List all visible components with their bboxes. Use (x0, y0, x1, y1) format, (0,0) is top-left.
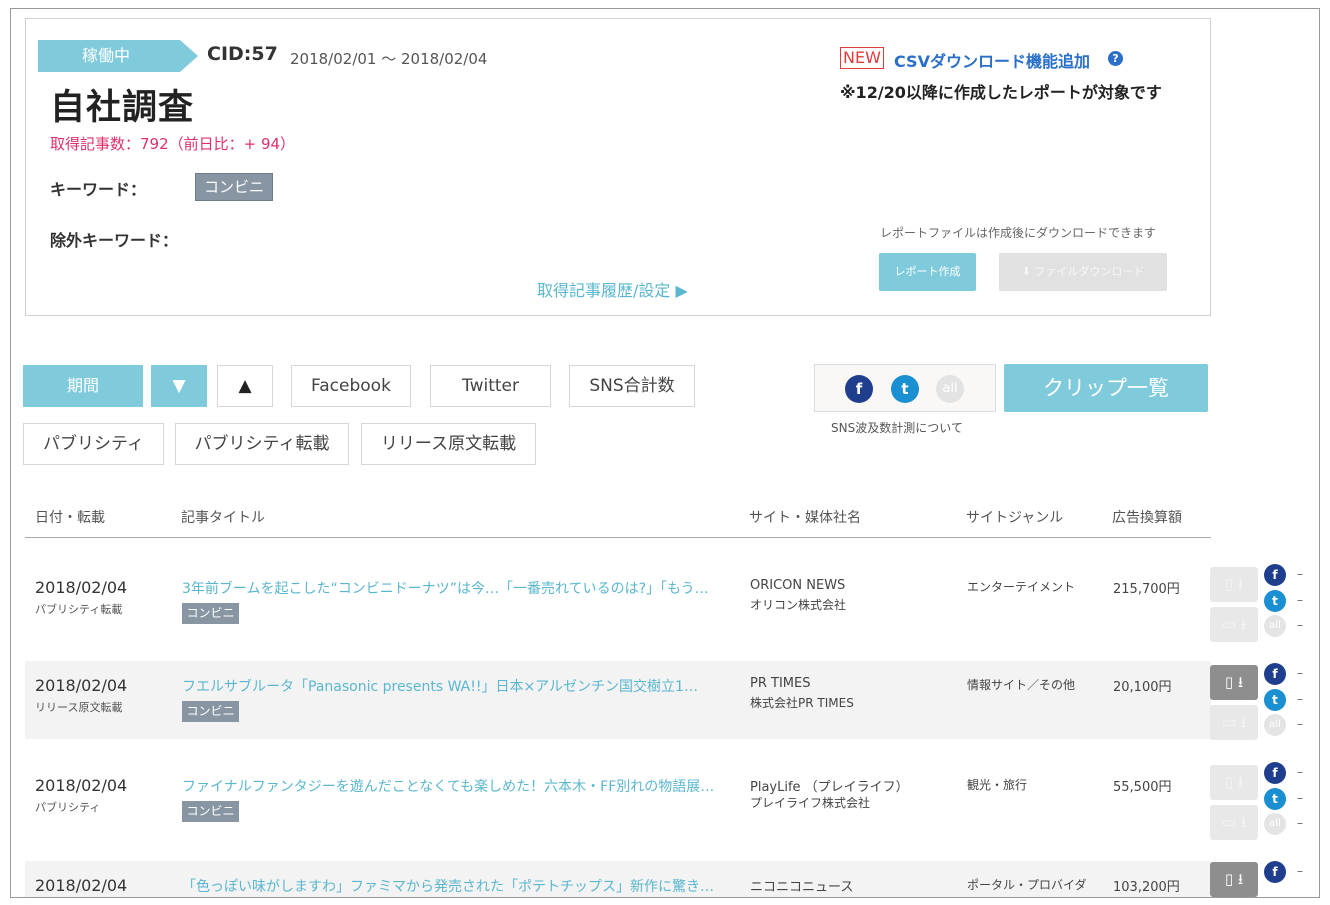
article-count: 取得記事数：792（前日比：+ 94） (50, 135, 296, 153)
row-type: パブリシティ (35, 801, 101, 814)
row-clip-download-button[interactable]: ▭ ⭳ (1210, 705, 1258, 740)
history-settings-link[interactable]: 取得記事履歴/設定 ▶ (537, 277, 688, 301)
facebook-icon[interactable]: f (1264, 762, 1286, 784)
all-sns-icon[interactable]: all (936, 375, 964, 403)
row-title-link[interactable]: フエルサブルータ「Panasonic presents WA!!」日本×アルゼン… (182, 676, 742, 696)
row-keyword-tag: コンビニ (182, 801, 239, 822)
row-site: PlayLife （プレイライフ） (750, 780, 909, 795)
column-header-ad-value: 広告換算額 (1112, 510, 1182, 526)
sort-desc-button[interactable]: ▼ (151, 365, 207, 407)
all-count: – (1297, 618, 1303, 632)
twitter-count: – (1297, 692, 1303, 706)
twitter-sort-button[interactable]: Twitter (430, 365, 551, 407)
facebook-icon[interactable]: f (1264, 861, 1286, 883)
facebook-count: – (1297, 864, 1303, 878)
row-date: 2018/02/04 (35, 776, 128, 795)
all-count: – (1297, 816, 1303, 830)
table-row: 2018/02/04 リリース原文転載 フエルサブルータ「Panasonic p… (25, 661, 1211, 739)
download-note: レポートファイルは作成後にダウンロードできます (880, 226, 1157, 240)
all-sns-icon[interactable]: all (1264, 615, 1286, 637)
report-panel: 稼働中 CID:57 2018/02/01 ～ 2018/02/04 自社調査 … (25, 18, 1211, 316)
row-title-link[interactable]: ファイナルファンタジーを遊んだことなくても楽しめた！六本木・FF別れの物語展… (182, 776, 742, 796)
row-type: パブリシティ転載 (35, 603, 123, 616)
row-clip-download-button[interactable]: ▭ ⭳ (1210, 805, 1258, 840)
publicity-repost-filter-button[interactable]: パブリシティ転載 (175, 423, 349, 465)
row-ad-value: 55,500円 (1113, 780, 1172, 795)
keyword-label: キーワード： (50, 180, 147, 199)
row-ad-value: 215,700円 (1113, 582, 1180, 597)
help-icon[interactable]: ? (1108, 51, 1123, 66)
column-header-site: サイト・媒体社名 (749, 510, 861, 526)
clip-list-button[interactable]: クリップ一覧 (1004, 364, 1208, 412)
row-mobile-download-button[interactable]: ▯ ⭳ (1210, 567, 1258, 602)
table-row: 2018/02/04 パブリシティ ファイナルファンタジーを遊んだことなくても楽… (25, 761, 1211, 839)
row-company: オリコン株式会社 (750, 598, 847, 612)
new-badge: NEW (840, 47, 884, 69)
row-title-link[interactable]: 3年前ブームを起こした“コンビニドーナツ”は今…「一番売れているのは?」「もう… (182, 578, 742, 598)
table-row: 2018/02/04 パブリシティ転載 3年前ブームを起こした“コンビニドーナツ… (25, 563, 1211, 641)
row-genre: ポータル・プロバイダ (967, 878, 1087, 892)
create-report-button[interactable]: レポート作成 (879, 253, 976, 291)
all-count: – (1297, 717, 1303, 731)
twitter-icon[interactable]: t (891, 375, 919, 403)
sns-total-sort-button[interactable]: SNS合計数 (569, 365, 695, 407)
row-clip-download-button[interactable]: ▭ ⭳ (1210, 607, 1258, 642)
period-filter-button[interactable]: 期間 (23, 365, 143, 407)
facebook-count: – (1297, 567, 1303, 581)
column-header-title: 記事タイトル (181, 510, 265, 526)
sns-toggle-group: f t all (814, 364, 996, 412)
column-header-genre: サイトジャンル (966, 510, 1064, 526)
sns-help-link[interactable]: SNS波及数計測について (831, 419, 963, 436)
row-company: 株式会社PR TIMES (750, 696, 854, 710)
facebook-icon[interactable]: f (1264, 564, 1286, 586)
release-repost-filter-button[interactable]: リリース原文転載 (361, 423, 536, 465)
all-sns-icon[interactable]: all (1264, 813, 1286, 835)
exclude-keyword-label: 除外キーワード： (50, 231, 179, 250)
row-mobile-download-button[interactable]: ▯ ⭳ (1210, 862, 1258, 897)
row-mobile-download-button[interactable]: ▯ ⭳ (1210, 765, 1258, 800)
twitter-icon[interactable]: t (1264, 590, 1286, 612)
keyword-tag: コンビニ (195, 173, 273, 201)
facebook-sort-button[interactable]: Facebook (291, 365, 411, 407)
twitter-icon[interactable]: t (1264, 788, 1286, 810)
csv-note: ※12/20以降に作成したレポートが対象です (840, 83, 1162, 102)
cid-label: CID:57 (207, 43, 278, 65)
file-download-button[interactable]: ⬇ ファイルダウンロード (999, 253, 1167, 291)
status-badge: 稼働中 (38, 40, 198, 72)
row-company: プレイライフ株式会社 (750, 796, 871, 810)
row-ad-value: 103,200円 (1113, 880, 1180, 895)
facebook-count: – (1297, 765, 1303, 779)
page-title: 自社調査 (50, 88, 195, 128)
csv-feature-link[interactable]: CSVダウンロード機能追加 (894, 48, 1090, 72)
facebook-icon[interactable]: f (1264, 663, 1286, 685)
row-date: 2018/02/04 (35, 876, 128, 895)
row-genre: 観光・旅行 (967, 778, 1028, 792)
all-sns-icon[interactable]: all (1264, 714, 1286, 736)
row-site: ORICON NEWS (750, 578, 846, 593)
sort-asc-button[interactable]: ▲ (217, 365, 273, 407)
twitter-count: – (1297, 593, 1303, 607)
header-divider (25, 537, 1211, 538)
row-site: PR TIMES (750, 676, 811, 691)
facebook-icon[interactable]: f (845, 375, 873, 403)
facebook-count: – (1297, 666, 1303, 680)
row-ad-value: 20,100円 (1113, 680, 1172, 695)
period-range: 2018/02/01 ～ 2018/02/04 (290, 50, 488, 68)
twitter-count: – (1297, 791, 1303, 805)
row-site: ニコニコニュース (750, 880, 854, 895)
row-keyword-tag: コンビニ (182, 701, 239, 722)
row-type: リリース原文転載 (35, 701, 123, 714)
twitter-icon[interactable]: t (1264, 689, 1286, 711)
row-date: 2018/02/04 (35, 676, 128, 695)
app-frame: 稼働中 CID:57 2018/02/01 ～ 2018/02/04 自社調査 … (10, 8, 1320, 898)
row-genre: エンターテイメント (967, 580, 1076, 594)
row-title-link[interactable]: 「色っぽい味がしますわ」ファミマから発売された「ポテトチップス」新作に驚き… (182, 876, 742, 896)
row-date: 2018/02/04 (35, 578, 128, 597)
column-header-date: 日付・転載 (35, 510, 105, 526)
row-keyword-tag: コンビニ (182, 603, 239, 624)
row-genre: 情報サイト／その他 (967, 678, 1076, 692)
row-mobile-download-button[interactable]: ▯ ⭳ (1210, 665, 1258, 700)
table-row: 2018/02/04 「色っぽい味がしますわ」ファミマから発売された「ポテトチッ… (25, 861, 1211, 897)
publicity-filter-button[interactable]: パブリシティ (23, 423, 164, 465)
